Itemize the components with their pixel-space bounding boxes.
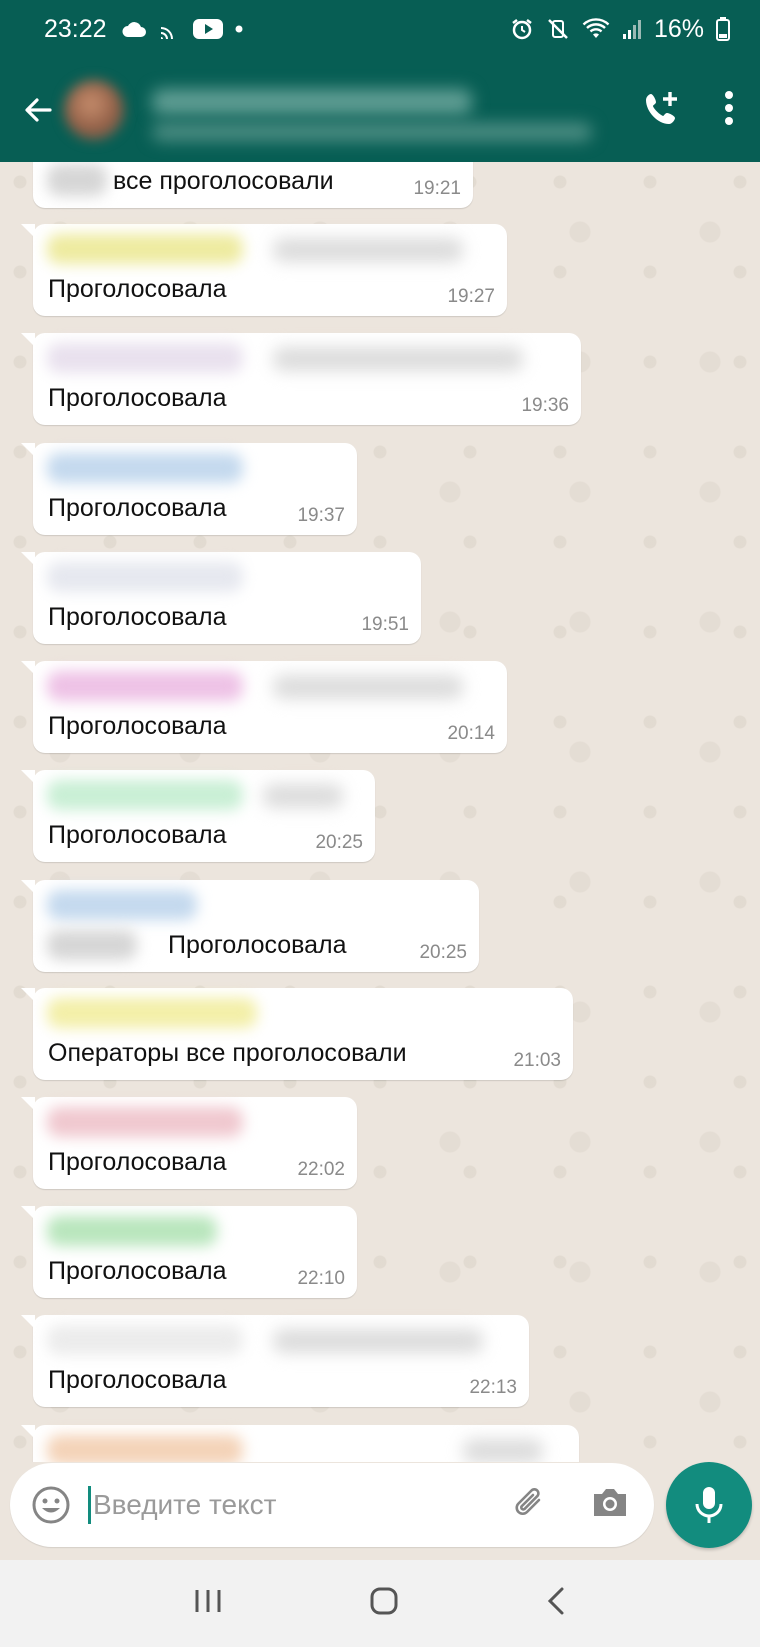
microphone-icon (695, 1487, 723, 1523)
message-time: 22:02 (297, 1159, 345, 1180)
message-text: Проголосовала (48, 494, 227, 522)
message-time: 20:25 (419, 942, 467, 963)
message-text: Операторы все проголосовали (48, 1039, 407, 1067)
message-bubble[interactable]: Проголосовала 22:10 (21, 1206, 357, 1298)
back-arrow-icon (25, 98, 52, 122)
contact-info-redacted[interactable] (142, 75, 642, 145)
camera-button[interactable] (590, 1485, 630, 1526)
battery-percent: 16% (653, 14, 704, 43)
message-bubble[interactable]: Проголосовала 20:14 (21, 661, 507, 753)
status-bar: 23:22 16% (0, 0, 760, 58)
add-call-icon (646, 91, 677, 124)
more-vert-icon (725, 90, 733, 125)
system-back-button[interactable] (545, 1586, 567, 1621)
chat-messages[interactable]: все проголосовали 19:21 Проголосовала 19… (0, 162, 760, 1462)
message-bubble[interactable]: Проголосовала 22:13 (21, 1315, 529, 1407)
message-input[interactable] (88, 1486, 510, 1524)
chat-header (0, 58, 760, 162)
message-time: 20:14 (447, 723, 495, 744)
message-time: 20:25 (315, 832, 363, 853)
message-time: 22:10 (297, 1268, 345, 1289)
message-bubble[interactable]: Проголосовала 19:36 (21, 333, 581, 425)
battery-charging-icon (716, 17, 730, 41)
status-time: 23:22 (44, 14, 107, 43)
message-time: 19:51 (361, 614, 409, 635)
message-text: Проголосовала (48, 1148, 227, 1176)
alarm-icon (510, 17, 534, 41)
emoji-button[interactable] (30, 1484, 72, 1526)
message-text: Проголосовала (48, 384, 227, 412)
message-bubble[interactable]: Проголосовала 19:27 (21, 224, 507, 316)
message-time: 19:36 (521, 395, 569, 416)
signal-icon (622, 18, 642, 40)
recent-apps-icon (195, 1590, 221, 1612)
cloud-icon (121, 20, 147, 38)
recent-apps-button[interactable] (193, 1587, 223, 1620)
message-bubble[interactable]: Операторы все проголосовали 21:03 (21, 988, 573, 1080)
message-bubble[interactable]: Проголосовала 20:25 (21, 880, 479, 972)
message-composer (10, 1463, 654, 1547)
message-text: Проголосовала (48, 1257, 227, 1285)
attach-button[interactable] (510, 1483, 550, 1528)
message-bubble[interactable]: все проголосовали 19:21 (33, 162, 473, 208)
vibrate-mute-icon (546, 17, 570, 41)
message-time: 21:03 (513, 1050, 561, 1071)
contact-avatar[interactable] (64, 80, 124, 140)
message-text: Проголосовала (168, 931, 347, 959)
youtube-icon (192, 18, 223, 40)
message-text: все проголосовали (113, 167, 334, 195)
notification-dot-icon (235, 25, 243, 33)
cast-icon (159, 19, 181, 39)
message-bubble[interactable]: Проголосовала 19:51 (21, 552, 421, 644)
message-bubble[interactable]: Проголосовала 20:25 (21, 770, 375, 862)
emoji-icon (32, 1486, 70, 1524)
wifi-icon (582, 18, 610, 40)
voice-message-button[interactable] (666, 1462, 752, 1548)
message-time: 19:21 (413, 178, 461, 199)
more-options-button[interactable] (724, 90, 734, 131)
message-text: Проголосовала (48, 275, 227, 303)
home-button[interactable] (368, 1585, 400, 1622)
message-bubble[interactable] (21, 1425, 579, 1462)
camera-icon (594, 1488, 626, 1516)
message-time: 19:27 (447, 286, 495, 307)
chevron-left-icon (548, 1587, 564, 1615)
message-text: Проголосовала (48, 821, 227, 849)
home-icon (370, 1587, 398, 1615)
message-time: 22:13 (469, 1377, 517, 1398)
message-time: 19:37 (297, 505, 345, 526)
message-text: Проголосовала (48, 1366, 227, 1394)
back-button[interactable] (18, 90, 58, 130)
message-bubble[interactable]: Проголосовала 22:02 (21, 1097, 357, 1189)
paperclip-icon (515, 1487, 541, 1515)
add-call-button[interactable] (642, 88, 682, 133)
message-text: Проголосовала (48, 603, 227, 631)
message-text: Проголосовала (48, 712, 227, 740)
message-bubble[interactable]: Проголосовала 19:37 (21, 443, 357, 535)
system-nav-bar (0, 1560, 760, 1647)
